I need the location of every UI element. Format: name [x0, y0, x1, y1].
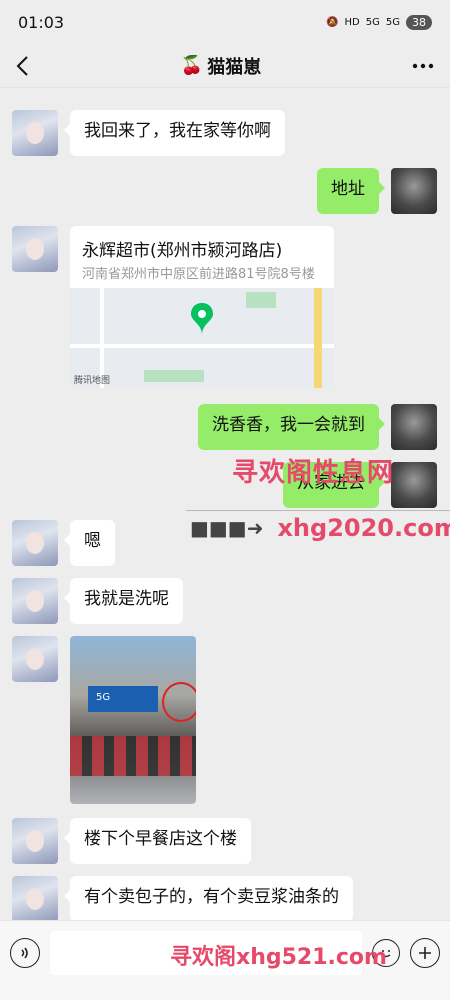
my-avatar[interactable] — [391, 404, 437, 450]
message-bubble[interactable]: 有个卖包子的，有个卖豆浆油条的 — [64, 876, 353, 920]
location-address: 河南省郑州市中原区前进路81号院8号楼 — [82, 267, 315, 282]
message-row: 地址 — [0, 168, 450, 214]
message-bubble[interactable]: 我就是洗呢 — [64, 578, 183, 624]
photo-red-circle — [162, 682, 196, 722]
contact-avatar[interactable] — [12, 818, 58, 864]
message-row: 有个卖包子的，有个卖豆浆油条的 — [0, 876, 450, 920]
map-pin-icon — [190, 302, 214, 340]
my-avatar[interactable] — [391, 168, 437, 214]
watermark-text: 寻欢阁性息网 — [232, 458, 395, 488]
chat-header: 🍒 猫猫崽 — [0, 44, 450, 88]
map-road — [314, 288, 322, 388]
message-row: 洗香香，我一会就到 — [0, 404, 450, 450]
message-bubble[interactable]: 地址 — [317, 168, 385, 214]
chat-title: 🍒 猫猫崽 — [181, 53, 261, 79]
photo-storefront: 5G — [88, 686, 158, 712]
mute-icon: 🔕 — [326, 16, 339, 28]
contact-name: 猫猫崽 — [207, 56, 262, 78]
message-row: 5G — [0, 636, 450, 804]
photo-scooters — [70, 736, 196, 776]
my-avatar[interactable] — [391, 462, 437, 508]
location-map: 腾讯地图 — [70, 288, 334, 388]
message-bubble[interactable]: 我回来了，我在家等你啊 — [64, 110, 285, 156]
status-bar: 01:03 🔕 HD 5G 5G 38 — [0, 0, 450, 44]
contact-avatar[interactable] — [12, 520, 58, 566]
contact-avatar[interactable] — [12, 876, 58, 920]
add-icon[interactable] — [410, 938, 440, 968]
watermark-url: ■■■➜ xhg2020.com — [190, 514, 450, 542]
voice-icon[interactable] — [10, 938, 40, 968]
input-bar: 寻欢阁xhg521.com — [0, 920, 450, 1000]
location-card[interactable]: 永辉超市(郑州市颍河路店) 河南省郑州市中原区前进路81号院8号楼 腾讯地图 — [70, 226, 334, 388]
signal-5g-2: 5G — [385, 16, 400, 28]
map-logo: 腾讯地图 — [74, 376, 111, 386]
hd-badge: HD — [344, 16, 360, 28]
battery-badge: 38 — [406, 14, 432, 30]
contact-avatar[interactable] — [12, 578, 58, 624]
cherry-icon: 🍒 — [180, 55, 204, 76]
location-name: 永辉超市(郑州市颍河路店) — [82, 241, 283, 261]
map-park — [246, 292, 276, 308]
watermark-divider — [186, 510, 450, 511]
message-row: 我回来了，我在家等你啊 — [0, 110, 450, 156]
watermark-bottom: 寻欢阁xhg521.com — [170, 945, 387, 970]
contact-avatar[interactable] — [12, 636, 58, 682]
map-park — [144, 370, 204, 382]
contact-avatar[interactable] — [12, 226, 58, 272]
watermark-arrow-icon: ■■■➜ — [190, 516, 264, 540]
message-bubble[interactable]: 洗香香，我一会就到 — [198, 404, 385, 450]
signal-5g-1: 5G — [365, 16, 380, 28]
chat-area[interactable]: 我回来了，我在家等你啊 地址 永辉超市(郑州市颍河路店) 河南省郑州市中原区前进… — [0, 88, 450, 920]
status-icons: 🔕 HD 5G 5G 38 — [326, 14, 432, 30]
photo-message[interactable]: 5G — [70, 636, 196, 804]
status-time: 01:03 — [18, 12, 65, 32]
back-arrow-icon[interactable] — [16, 55, 30, 77]
watermark-url-text: xhg2020.com — [277, 514, 450, 542]
message-row: 我就是洗呢 — [0, 578, 450, 624]
message-row: 永辉超市(郑州市颍河路店) 河南省郑州市中原区前进路81号院8号楼 腾讯地图 — [0, 226, 450, 388]
contact-avatar[interactable] — [12, 110, 58, 156]
message-bubble[interactable]: 楼下个早餐店这个楼 — [64, 818, 251, 864]
message-row: 楼下个早餐店这个楼 — [0, 818, 450, 864]
message-bubble[interactable]: 嗯 — [64, 520, 115, 566]
more-options-icon[interactable] — [412, 63, 434, 69]
